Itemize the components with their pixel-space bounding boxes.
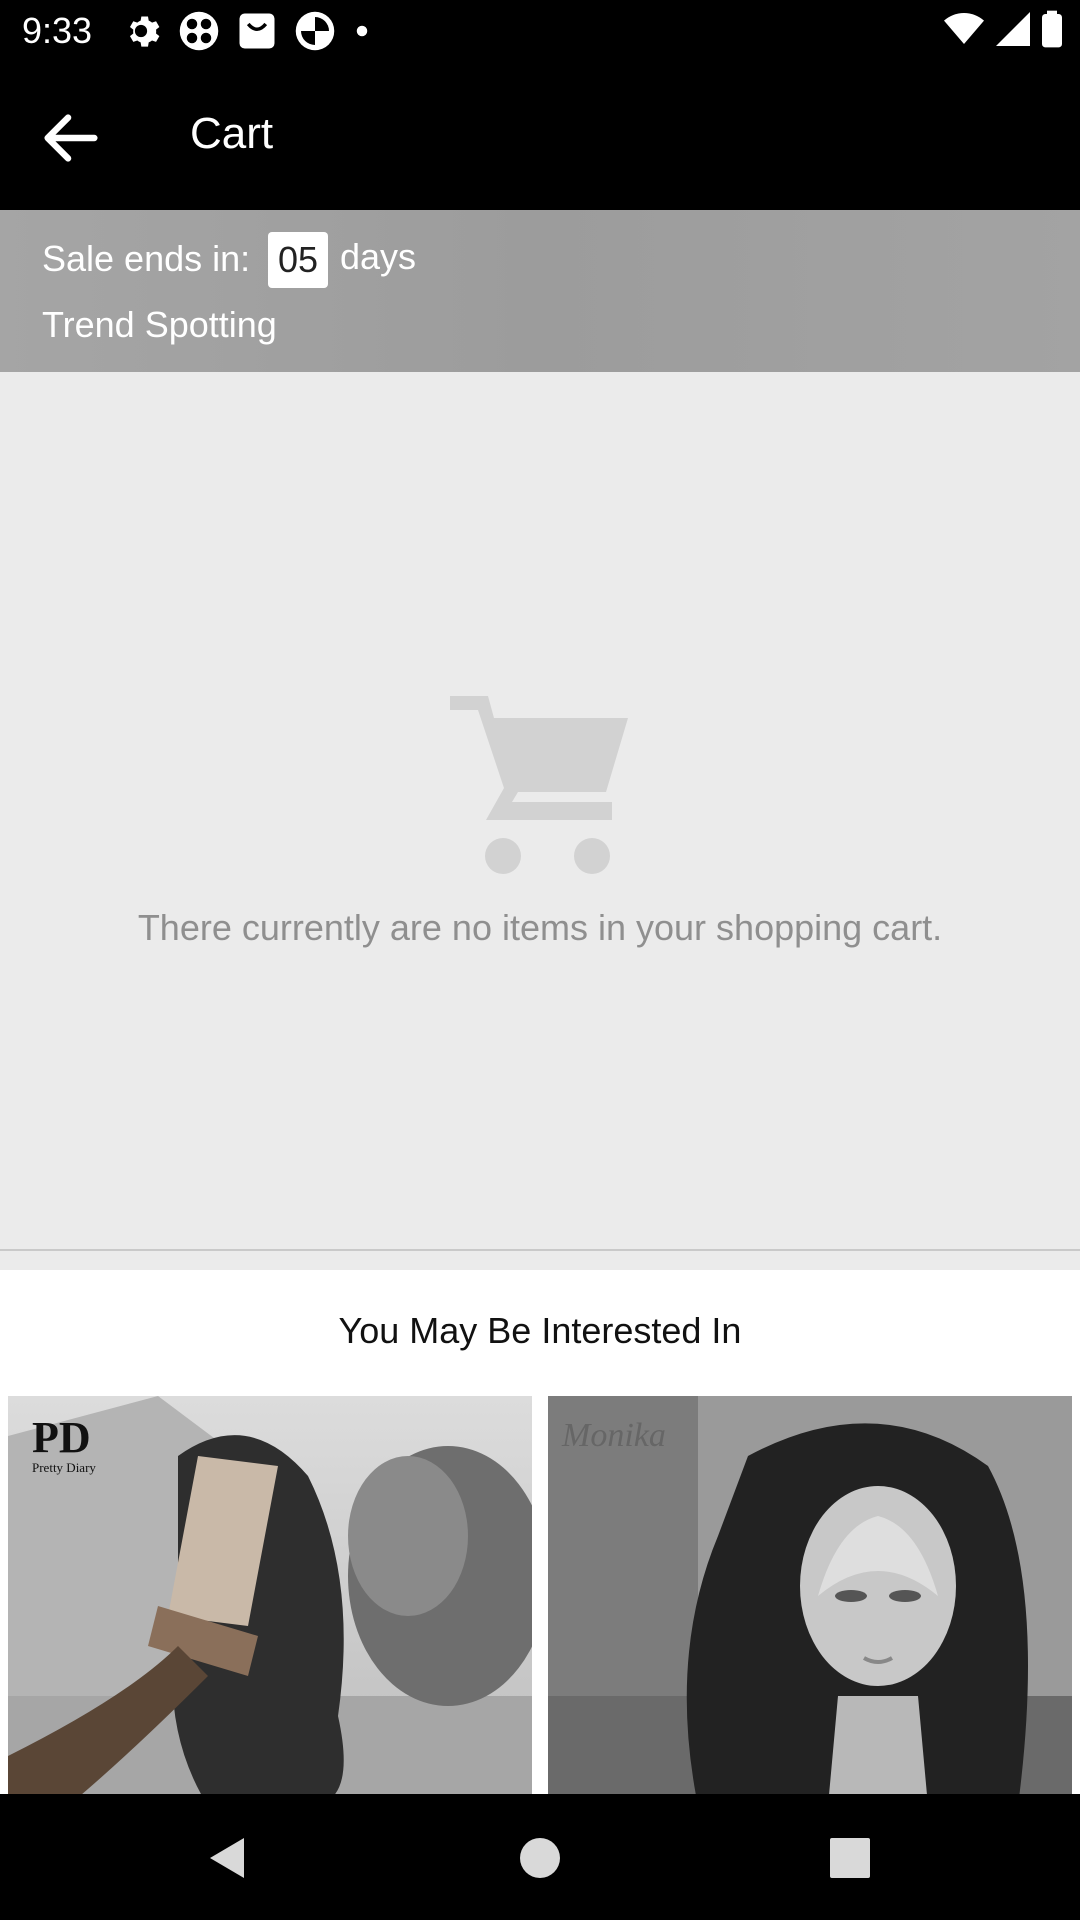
back-nav-icon[interactable] [204,1834,252,1882]
arrow-left-icon [44,114,98,162]
empty-cart: There currently are no items in your sho… [0,372,1080,1250]
app-bar: Cart [0,63,1080,210]
product-image: Monika [548,1396,1072,1794]
brand-name: Pretty Diary [32,1460,96,1475]
recommendations-title: You May Be Interested In [338,1310,742,1351]
settings-icon [120,10,162,52]
countdown-days: 05 [268,232,328,288]
home-nav-icon[interactable] [516,1834,564,1882]
product-image: PD Pretty Diary [8,1396,532,1794]
brand-logo: PD [32,1413,91,1462]
app-icon [178,10,220,52]
sale-banner[interactable]: Sale ends in: 05 days Trend Spotting [0,210,1080,372]
brand-logo: Monika [561,1417,666,1454]
banner-subtitle: Trend Spotting [42,304,277,345]
signal-icon [996,11,1030,51]
navigation-bar [0,1794,1080,1920]
page-title: Cart [190,109,274,158]
status-bar: 9:33 [0,0,1080,63]
shopping-bag-icon [236,10,278,52]
recommendations-section: You May Be Interested In PD Pretty Diary [0,1270,1080,1794]
divider [0,1249,1080,1251]
product-card[interactable]: Monika [548,1396,1072,1794]
status-notification-icons [120,10,372,52]
status-time: 9:33 [22,10,93,51]
battery-icon [1042,10,1062,53]
shopping-cart-icon [450,696,628,874]
browser-icon [294,10,336,52]
sale-label: Sale ends in: [42,238,251,279]
back-button[interactable] [36,103,106,173]
notification-dot-icon [352,10,372,52]
countdown-unit: days [340,236,417,277]
status-system-icons [944,10,1062,52]
product-card[interactable]: PD Pretty Diary [8,1396,532,1794]
empty-cart-message: There currently are no items in your sho… [137,907,943,948]
recents-nav-icon[interactable] [826,1834,874,1882]
wifi-icon [944,12,984,51]
